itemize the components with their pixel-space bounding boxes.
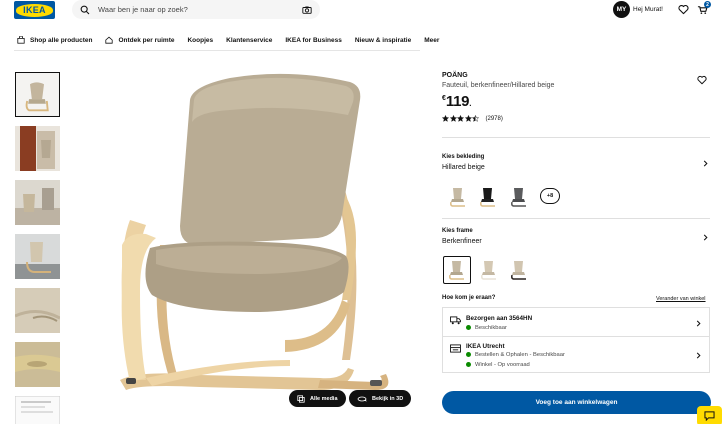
nav-label: Koopjes bbox=[187, 36, 214, 44]
frame-label: Kies frame bbox=[442, 228, 473, 234]
store-line-2: Winkel - Op voorraad bbox=[466, 362, 530, 368]
thumbnail-6[interactable] bbox=[15, 342, 60, 387]
delivery-option[interactable]: Bezorgen aan 3564HN Beschikbaar bbox=[442, 307, 710, 337]
frame-value: Berkenfineer bbox=[442, 238, 482, 245]
star-rating bbox=[442, 115, 480, 122]
thumbnail-3[interactable] bbox=[15, 180, 60, 225]
chevron-right-icon[interactable] bbox=[702, 160, 709, 167]
nav-business[interactable]: IKEA for Business bbox=[285, 37, 341, 44]
delivery-title: Bezorgen aan 3564HN bbox=[466, 315, 533, 322]
thumbnail-1[interactable] bbox=[15, 72, 60, 117]
nav-label: Meer bbox=[424, 36, 440, 44]
nav-rooms[interactable]: Ontdek per ruimte bbox=[105, 36, 174, 44]
all-media-label: Alle media bbox=[310, 395, 338, 402]
cover-swatch-grey[interactable] bbox=[506, 184, 532, 210]
favorite-heart-icon[interactable] bbox=[697, 75, 707, 85]
product-price: € 119 . bbox=[442, 93, 471, 110]
avatar[interactable]: MY bbox=[613, 1, 630, 18]
camera-icon[interactable] bbox=[302, 5, 312, 15]
nav-customer-service[interactable]: Klantenservice bbox=[226, 37, 272, 44]
divider bbox=[442, 137, 710, 138]
available-dot-icon bbox=[466, 352, 471, 357]
price-suffix: . bbox=[469, 99, 472, 108]
ikea-logo[interactable]: IKEA bbox=[14, 1, 55, 19]
price-amount: 119 bbox=[445, 93, 470, 110]
thumbnail-5[interactable] bbox=[15, 288, 60, 333]
cover-label: Kies bekleding bbox=[442, 154, 485, 160]
nav-label: Ontdek per ruimte bbox=[118, 36, 175, 44]
truck-icon bbox=[450, 316, 461, 325]
chat-icon bbox=[704, 411, 715, 421]
thumbnail-7[interactable] bbox=[15, 396, 60, 424]
delivery-question: Hoe kom je eraan? bbox=[442, 295, 496, 301]
nav-label: Nieuw & inspiratie bbox=[354, 36, 412, 44]
star-icon bbox=[464, 115, 472, 122]
chevron-right-icon bbox=[696, 320, 701, 327]
change-store-link[interactable]: Verander van winkel bbox=[656, 296, 706, 302]
frame-swatch-birch[interactable] bbox=[443, 256, 471, 284]
nav-inspiration[interactable]: Nieuw & inspiratie bbox=[355, 37, 411, 44]
home-icon bbox=[105, 36, 114, 44]
search-bar[interactable]: Waar ben je naar op zoek? bbox=[72, 0, 320, 19]
rotate-3d-icon bbox=[357, 396, 367, 402]
logo-text: IKEA bbox=[23, 5, 46, 15]
gallery-icon bbox=[297, 394, 305, 403]
product-image[interactable] bbox=[80, 60, 425, 415]
frame-swatch-black-brown[interactable] bbox=[506, 257, 532, 283]
star-icon bbox=[449, 115, 457, 122]
star-icon bbox=[442, 115, 449, 122]
nav-shop-all[interactable]: Shop alle producten bbox=[17, 36, 92, 44]
more-covers-button[interactable]: +8 bbox=[540, 188, 560, 204]
thumbnail-2[interactable] bbox=[15, 126, 60, 171]
main-nav: Shop alle producten Ontdek per ruimte Ko… bbox=[17, 30, 452, 50]
view-3d-label: Bekijk in 3D bbox=[372, 395, 404, 402]
nav-more[interactable]: Meer bbox=[424, 37, 439, 44]
star-icon bbox=[472, 115, 479, 122]
store-line-1-text: Bestellen & Ophalen - Beschikbaar bbox=[475, 352, 565, 359]
thumbnail-4[interactable] bbox=[15, 234, 60, 279]
delivery-status: Beschikbaar bbox=[466, 325, 507, 331]
heart-icon[interactable] bbox=[678, 4, 689, 15]
available-dot-icon bbox=[466, 325, 471, 330]
cover-value: Hillared beige bbox=[442, 164, 485, 171]
frame-swatch-white[interactable] bbox=[476, 257, 502, 283]
add-to-cart-button[interactable]: Voeg toe aan winkelwagen bbox=[442, 391, 711, 414]
divider bbox=[442, 218, 710, 219]
store-line-1: Bestellen & Ophalen - Beschikbaar bbox=[466, 352, 565, 358]
nav-label: Shop alle producten bbox=[30, 36, 93, 44]
cart-count-badge: 2 bbox=[704, 1, 711, 8]
available-dot-icon bbox=[466, 362, 471, 367]
store-title: IKEA Utrecht bbox=[466, 343, 505, 350]
product-name: POÄNG bbox=[442, 72, 468, 79]
store-line-2-text: Winkel - Op voorraad bbox=[475, 362, 530, 369]
chevron-right-icon[interactable] bbox=[702, 234, 709, 241]
chevron-right-icon bbox=[696, 352, 701, 359]
view-3d-button[interactable]: Bekijk in 3D bbox=[349, 390, 412, 407]
nav-label: Klantenservice bbox=[226, 36, 273, 44]
all-media-button[interactable]: Alle media bbox=[289, 390, 346, 407]
store-option[interactable]: IKEA Utrecht Bestellen & Ophalen - Besch… bbox=[442, 336, 710, 373]
nav-deals[interactable]: Koopjes bbox=[187, 37, 213, 44]
review-count: (2978) bbox=[485, 115, 503, 122]
product-description: Fauteuil, berkenfineer/Hillared beige bbox=[442, 82, 555, 89]
shopping-bag-icon bbox=[17, 36, 25, 44]
star-icon bbox=[457, 115, 464, 122]
cover-swatch-black[interactable] bbox=[475, 184, 501, 210]
chat-button[interactable] bbox=[697, 406, 722, 424]
rating[interactable]: (2978) bbox=[442, 115, 503, 122]
search-input[interactable]: Waar ben je naar op zoek? bbox=[98, 5, 302, 14]
store-icon bbox=[450, 344, 461, 353]
cover-swatch-beige[interactable] bbox=[445, 184, 471, 210]
nav-label: IKEA for Business bbox=[285, 36, 342, 44]
greeting[interactable]: Hej Murat! bbox=[633, 6, 663, 13]
delivery-status-text: Beschikbaar bbox=[475, 325, 507, 332]
search-icon bbox=[80, 5, 90, 14]
nav-divider bbox=[14, 50, 420, 51]
